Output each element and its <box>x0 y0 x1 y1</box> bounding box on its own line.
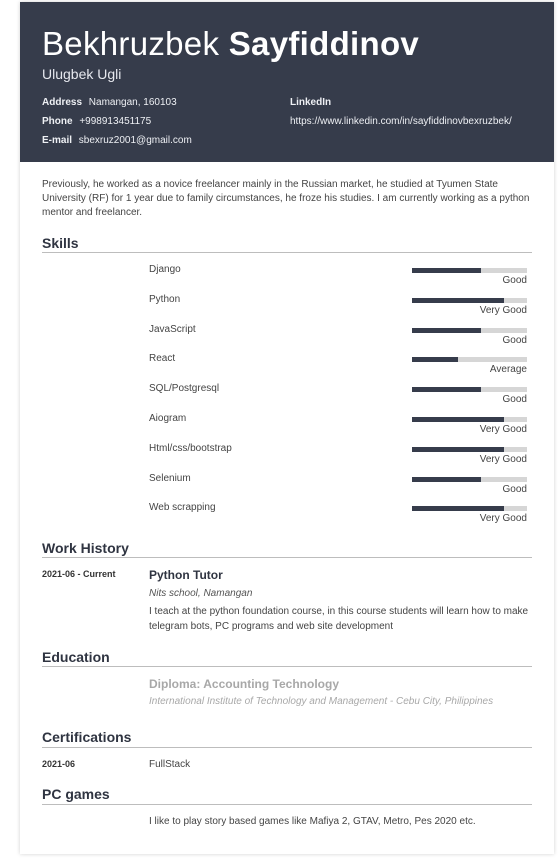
skill-level-label: Very Good <box>479 424 527 435</box>
skill-level-bar <box>412 506 527 512</box>
skill-level-fill <box>412 446 504 452</box>
skill-level-fill <box>412 476 481 482</box>
degree-title: Diploma: Accounting Technology <box>149 677 339 691</box>
company-name: Nits school, Namangan <box>149 588 253 599</box>
skills-heading: Skills <box>42 235 79 251</box>
contact-right-column: LinkedIn https://www.linkedin.com/in/say… <box>290 93 530 131</box>
summary-text: Previously, he worked as a novice freela… <box>42 179 530 218</box>
skill-level-label: Good <box>502 275 527 286</box>
resume-header: Bekhruzbek Sayfiddinov Ulugbek Ugli Addr… <box>20 2 554 162</box>
skill-level-bar <box>412 357 527 363</box>
education-heading: Education <box>42 649 110 665</box>
address-value: Namangan, 160103 <box>88 97 177 108</box>
skill-level-fill <box>412 268 481 273</box>
pc-games-text: I like to play story based games like Ma… <box>149 816 476 827</box>
work-date: 2021-06 - Current <box>42 569 116 579</box>
skill-name: JavaScript <box>149 323 196 335</box>
pc-games-heading: PC games <box>42 786 110 802</box>
skill-level-bar <box>412 476 527 482</box>
work-history-heading: Work History <box>42 540 129 556</box>
skill-level-label: Good <box>502 334 527 346</box>
skill-level-label: Good <box>502 483 527 495</box>
skill-level-label: Very Good <box>479 513 527 525</box>
skill-level-bar <box>412 327 527 333</box>
skill-level-fill <box>412 327 481 333</box>
first-name: Bekhruzbek <box>42 25 220 62</box>
skill-level-bar <box>412 387 527 393</box>
address-label: Address <box>42 97 83 108</box>
email-label: E-mail <box>42 135 73 146</box>
skill-level-fill <box>412 387 481 393</box>
resume-page: Bekhruzbek Sayfiddinov Ulugbek Ugli Addr… <box>20 2 554 854</box>
last-name: Sayfiddinov <box>228 25 420 62</box>
skill-level-fill <box>412 506 504 512</box>
skill-level-bar <box>412 297 527 303</box>
skill-name: Django <box>149 264 181 275</box>
linkedin-link[interactable]: https://www.linkedin.com/in/sayfiddinovb… <box>290 112 530 131</box>
skill-level-fill <box>412 417 504 422</box>
phone-value[interactable]: +998913451175 <box>79 116 151 127</box>
skill-level-label: Very Good <box>479 453 527 465</box>
skills-divider <box>42 252 532 253</box>
skill-level-bar <box>412 417 527 422</box>
job-description: I teach at the python foundation course,… <box>149 606 529 632</box>
full-name: Bekhruzbek Sayfiddinov <box>42 24 419 64</box>
skill-level-fill <box>412 297 504 303</box>
address-row: Address Namangan, 160103 <box>42 93 282 112</box>
school-name: International Institute of Technology an… <box>149 696 494 707</box>
certification-date: 2021-06 <box>42 759 76 769</box>
certification-name: FullStack <box>149 759 191 770</box>
job-title: Python Tutor <box>149 568 223 582</box>
skill-level-bar <box>412 268 527 273</box>
skill-name: Python <box>149 293 181 305</box>
skill-level-label: Very Good <box>479 304 527 316</box>
phone-label: Phone <box>42 116 73 127</box>
skill-level-fill <box>412 357 458 363</box>
education-divider <box>42 666 532 667</box>
email-row: E-mail sbexruz2001@gmail.com <box>42 131 282 150</box>
skill-name: React <box>149 353 176 365</box>
skill-level-label: Good <box>502 394 527 406</box>
skill-name: Selenium <box>149 472 191 484</box>
skill-name: Aiogram <box>149 413 187 424</box>
email-value[interactable]: sbexruz2001@gmail.com <box>79 135 192 146</box>
certifications-heading: Certifications <box>42 729 132 745</box>
skill-name: Html/css/bootstrap <box>149 442 232 454</box>
contact-left-column: Address Namangan, 160103 Phone +99891345… <box>42 93 282 150</box>
name-subtitle: Ulugbek Ugli <box>42 66 122 82</box>
skill-name: Web scrapping <box>149 502 216 514</box>
certifications-divider <box>42 747 532 748</box>
skill-level-bar <box>412 446 527 452</box>
skill-name: SQL/Postgresql <box>149 383 220 395</box>
linkedin-label: LinkedIn <box>290 97 332 108</box>
work-history-divider <box>42 557 532 558</box>
phone-row: Phone +998913451175 <box>42 112 282 131</box>
pc-games-divider <box>42 804 532 805</box>
skill-level-label: Average <box>489 364 527 376</box>
